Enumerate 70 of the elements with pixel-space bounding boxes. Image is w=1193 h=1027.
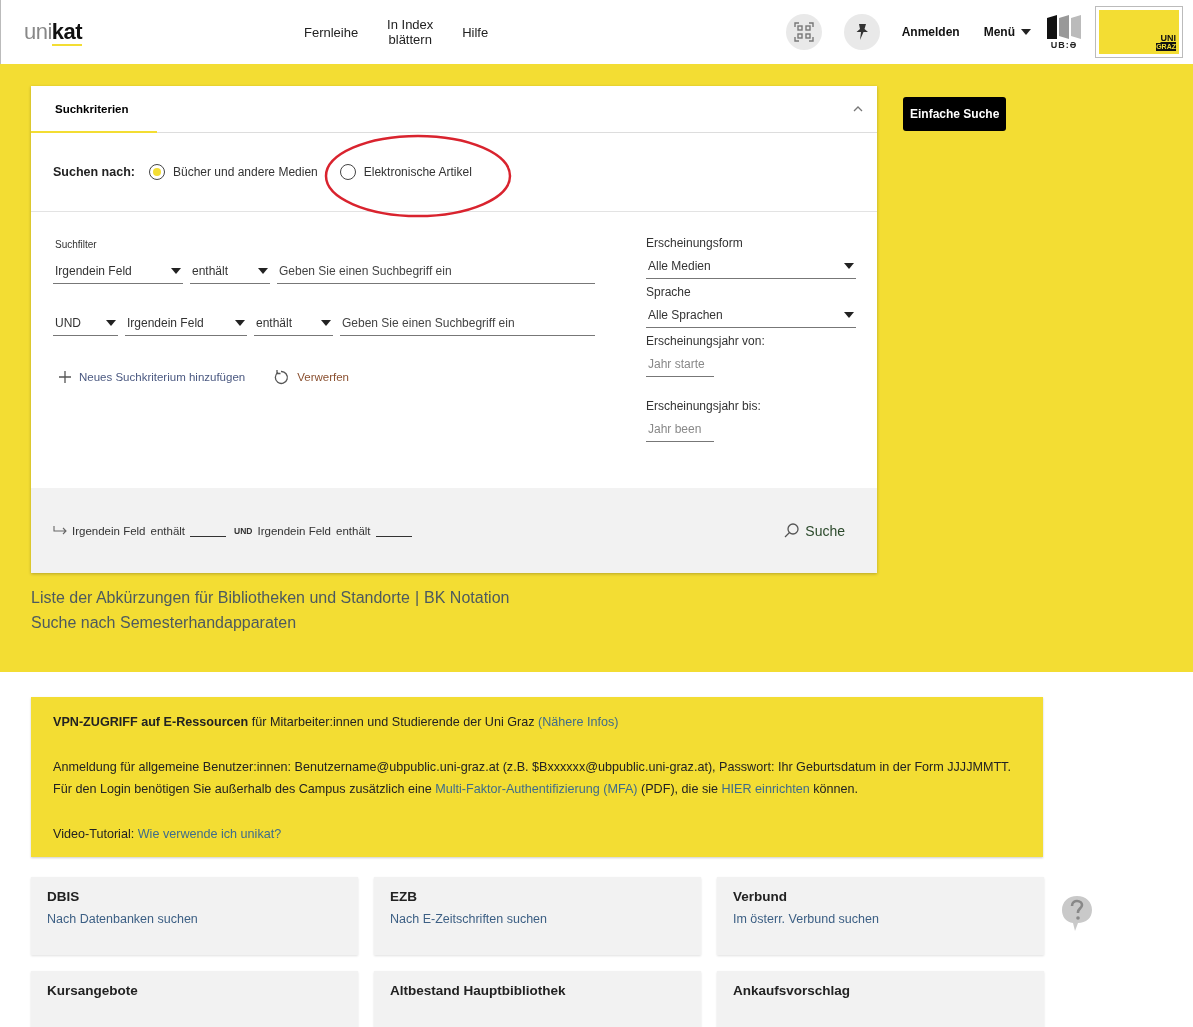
collapse-button[interactable] [853, 106, 863, 112]
field-label: Erscheinungsform [646, 236, 743, 250]
radio-option[interactable]: Elektronische Artikel [339, 164, 472, 180]
operator-text: UND [234, 525, 253, 536]
search-button[interactable]: Suche [784, 522, 845, 539]
caret-icon [235, 320, 245, 326]
field-label: Erscheinungsjahr bis: [646, 399, 761, 413]
dropdown[interactable]: UND [53, 312, 118, 336]
pin-icon [854, 23, 869, 41]
chevron-icon [853, 106, 863, 112]
reset-icon [273, 369, 290, 385]
info-paragraph: Video-Tutorial: Wie verwende ich unikat? [53, 825, 283, 843]
link[interactable]: Wie verwende ich unikat? [137, 826, 282, 841]
arrow-icon [53, 525, 67, 536]
tile-title: Kursangebote [47, 983, 138, 998]
caret-icon [106, 320, 116, 326]
link[interactable]: Liste der Abkürzungen für Bibliotheken und Standorte [31, 589, 410, 606]
section-label: Suchfilter [55, 239, 97, 250]
tile-title: EZB [390, 889, 417, 904]
link[interactable]: HIER einrichten [721, 782, 810, 796]
tile-title: Verbund [733, 889, 787, 904]
field-label: Sprache [646, 285, 691, 299]
qr-code-icon [793, 22, 814, 42]
caret-icon [844, 263, 854, 269]
field-label: Suchen nach: [53, 165, 135, 179]
caret-icon [321, 320, 331, 326]
summary-text: Irgendein Feld [72, 524, 146, 537]
separator: | [414, 589, 420, 606]
caret-icon [1021, 29, 1031, 35]
dropdown[interactable]: Alle Medien [646, 255, 856, 279]
add-criterion-button[interactable]: Neues Suchkriterium hinzufügen [59, 371, 246, 383]
link[interactable]: Suche nach Semesterhandapparaten [31, 614, 297, 631]
reset-button[interactable]: Verwerfen [273, 369, 349, 385]
nav-link[interactable]: Hilfe [462, 24, 489, 40]
tab[interactable]: Suchkriterien [31, 86, 157, 133]
info-paragraph: Anmeldung für allgemeine Benutzer:innen: Benutzername@ubpublic.uni-graz.at (z.B. $Bxxxxxx@ubpublic.uni-graz.at), Passwort: Ihr Geburtsdatum in der Form JJJJMMTT. Für den Login benötigen Sie außerhalb des Campus zusätzlich eine Multi-Faktor-Authentifizierung (MFA) (PDF), die sie HIER einrichten können. [53, 758, 1012, 798]
logo[interactable]: unikat [24, 19, 104, 45]
nav-link[interactable]: In Index blättern [384, 17, 437, 47]
menu-button[interactable]: Menü [983, 25, 1031, 39]
plus-icon [59, 371, 71, 383]
radio-option[interactable]: Bücher und andere Medien [148, 164, 318, 180]
link[interactable]: (Nähere Infos) [538, 715, 619, 729]
tile-title: DBIS [47, 889, 80, 904]
tile-title: Ankaufsvorschlag [733, 983, 851, 998]
dropdown[interactable]: enthält [190, 260, 270, 284]
login-link[interactable]: Anmelden [901, 25, 960, 39]
nav-link[interactable]: Fernleihe [304, 24, 359, 40]
dropdown[interactable]: Irgendein Feld [53, 260, 183, 284]
caret-icon [171, 268, 181, 274]
pin-button[interactable] [843, 14, 880, 50]
link[interactable]: Im österr. Verbund suchen [733, 912, 879, 926]
summary-text: enthält [336, 524, 371, 537]
caret-icon [844, 312, 854, 318]
dropdown[interactable]: enthält [254, 312, 333, 336]
link[interactable]: Multi-Faktor-Authentifizierung (MFA) [435, 782, 638, 796]
caret-icon [258, 268, 268, 274]
link[interactable]: BK Notation [424, 589, 510, 606]
field-label: Erscheinungsjahr von: [646, 334, 765, 348]
tile-title: Altbestand Hauptbibliothek [390, 983, 566, 998]
simple-search-button[interactable]: Einfache Suche [903, 97, 1007, 131]
dropdown[interactable]: Irgendein Feld [125, 312, 247, 336]
qr-code-button[interactable] [785, 14, 822, 50]
link[interactable]: Nach E-Zeitschriften suchen [390, 912, 547, 926]
dropdown[interactable]: Alle Sprachen [646, 304, 856, 328]
info-paragraph: VPN-ZUGRIFF auf E-Ressourcen für Mitarbeiter:innen und Studierende der Uni Graz (Nähere Infos) [53, 714, 620, 731]
summary-text: Irgendein Feld [257, 524, 331, 537]
search-icon [784, 523, 800, 538]
link[interactable]: Nach Datenbanken suchen [47, 912, 198, 926]
library-logo[interactable]: UB:Ə [1045, 14, 1083, 50]
summary-text: enthält [150, 524, 186, 537]
